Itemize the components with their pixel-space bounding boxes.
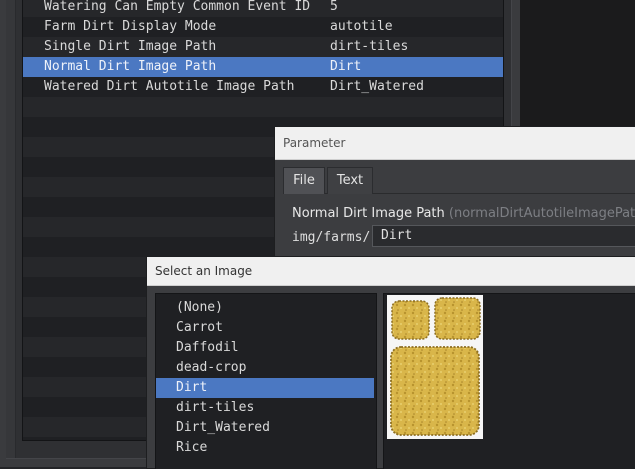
parameter-value: autotile: [330, 19, 393, 34]
dirt-autotile-preview: [387, 295, 483, 439]
parameter-row-selected[interactable]: Normal Dirt Image Path Dirt: [23, 57, 503, 77]
parameter-row[interactable]: Watered Dirt Autotile Image Path Dirt_Wa…: [23, 77, 503, 97]
file-name: dirt-tiles: [176, 400, 255, 415]
list-item-selected[interactable]: Dirt: [156, 378, 374, 398]
file-name: Carrot: [176, 320, 223, 335]
image-preview-area: [383, 293, 635, 469]
parameter-row[interactable]: Farm Dirt Display Mode autotile: [23, 17, 503, 37]
parameter-code: (normalDirtAutotileImagePath): [448, 206, 635, 221]
parameter-dialog-titlebar[interactable]: Parameter: [275, 127, 635, 160]
path-prefix: img/farms/: [292, 230, 371, 245]
list-item[interactable]: Carrot: [156, 318, 374, 338]
parameter-key: Watering Can Empty Common Event ID: [44, 0, 311, 14]
file-name: Dirt_Watered: [176, 420, 270, 435]
file-name: Daffodil: [176, 340, 239, 355]
parameter-name: Normal Dirt Image Path: [292, 206, 445, 221]
parameter-key: Watered Dirt Autotile Image Path: [44, 79, 295, 94]
image-file-list: (None) Carrot Daffodil dead-crop Dirt di…: [155, 293, 377, 469]
file-name: Rice: [176, 440, 208, 455]
parameter-value: Dirt_Watered: [330, 79, 424, 94]
scrollbar-left[interactable]: [6, 0, 16, 458]
parameter-value: 5: [330, 0, 338, 14]
parameter-dialog-title: Parameter: [283, 136, 346, 150]
file-name: dead-crop: [176, 360, 247, 375]
tab-file[interactable]: File: [283, 167, 325, 194]
list-item[interactable]: Dirt_Watered: [156, 418, 374, 438]
list-item[interactable]: dead-crop: [156, 358, 374, 378]
parameter-value: Dirt: [330, 59, 362, 74]
select-image-title: Select an Image: [155, 264, 253, 278]
parameter-name-label: Normal Dirt Image Path (normalDirtAutoti…: [292, 206, 635, 221]
parameter-key: Single Dirt Image Path: [44, 39, 217, 54]
dirt-autotile-image: [390, 297, 481, 436]
tab-bar: File Text: [283, 167, 635, 194]
file-path-input[interactable]: Dirt: [372, 225, 635, 247]
list-item[interactable]: dirt-tiles: [156, 398, 374, 418]
parameter-key: Farm Dirt Display Mode: [44, 19, 217, 34]
select-image-titlebar[interactable]: Select an Image: [147, 257, 635, 286]
select-image-dialog: Select an Image (None) Carrot Daffodil d…: [146, 256, 635, 469]
file-name: (None): [176, 300, 223, 315]
parameter-key: Normal Dirt Image Path: [44, 59, 217, 74]
tab-text[interactable]: Text: [327, 167, 373, 194]
parameter-row[interactable]: Single Dirt Image Path dirt-tiles: [23, 37, 503, 57]
list-item[interactable]: Rice: [156, 438, 374, 458]
list-item[interactable]: (None): [156, 298, 374, 318]
parameter-value: dirt-tiles: [330, 39, 409, 54]
parameter-row[interactable]: Watering Can Empty Common Event ID 5: [23, 0, 503, 17]
list-item[interactable]: Daffodil: [156, 338, 374, 358]
file-name: Dirt: [176, 380, 208, 395]
empty-row-stripe: [23, 97, 503, 117]
